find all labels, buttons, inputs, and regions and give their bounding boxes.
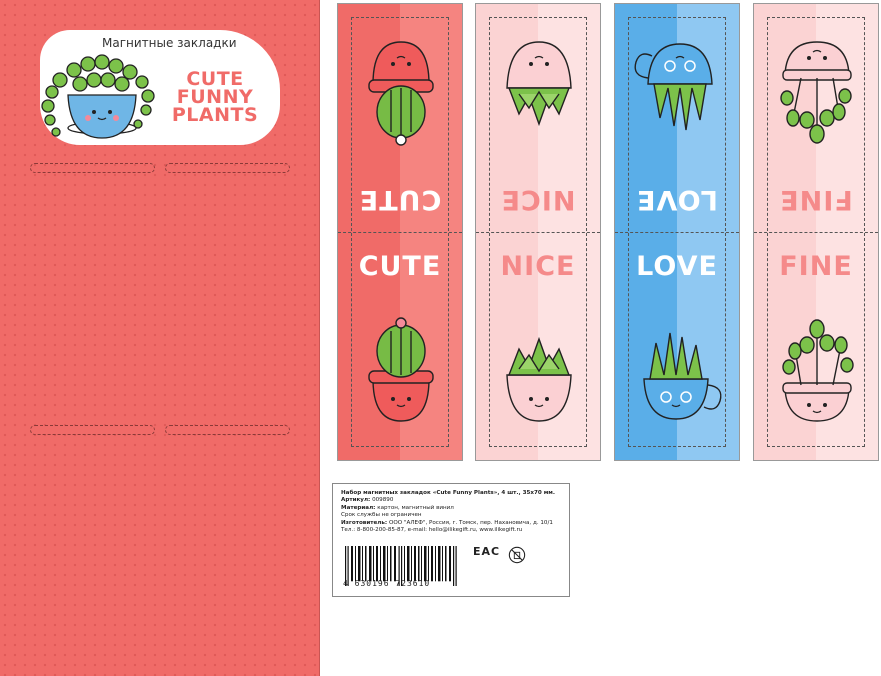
barcode-number: 4 630196 723610: [343, 579, 431, 588]
info-title: Набор магнитных закладок «Cute Funny Pla…: [341, 490, 556, 496]
info-lifetime: Срок службы не ограничен: [341, 512, 422, 519]
bookmark-word-bottom: FINE: [779, 251, 853, 282]
bookmark-nice: NICE NICE: [475, 3, 601, 461]
info-article: Артикул: 009890: [341, 497, 394, 504]
plant-in-cup-icon: [643, 332, 722, 420]
cactus-in-pot-icon: [368, 317, 434, 422]
info-contacts: Тел.: 8-800-200-85-87, e-mail: hello@ili…: [341, 527, 523, 534]
bookmark-cute: CUTE CUTE: [337, 3, 463, 461]
product-sheet: Магнитные закладки CUTE FUNNY PLANTS CUT…: [0, 0, 881, 676]
plant-in-cup-icon: [634, 43, 713, 131]
product-info-label: Набор магнитных закладок «Cute Funny Pla…: [332, 483, 570, 597]
succulent-in-pot-icon: [506, 336, 572, 422]
bookmark-word-top: NICE: [500, 184, 576, 215]
bookmark-word-top: FINE: [779, 184, 853, 215]
string-of-pearls-plant-icon: [41, 54, 155, 139]
bookmark-word-bottom: LOVE: [636, 251, 718, 282]
slot-bottom-right: [165, 425, 290, 435]
slot-top-left: [30, 163, 155, 173]
no-trash-icon: [508, 546, 526, 564]
eac-mark: EAC: [473, 545, 501, 558]
info-material: Материал: картон, магнитный винил: [341, 504, 454, 511]
leafy-plant-in-pot-icon: [782, 319, 854, 422]
bookmark-word-top: CUTE: [358, 184, 442, 215]
slot-top-right: [165, 163, 290, 173]
bookmark-word-top: LOVE: [636, 184, 718, 215]
slot-bottom-left: [30, 425, 155, 435]
succulent-in-pot-icon: [506, 41, 572, 127]
backing-card: Магнитные закладки CUTE FUNNY PLANTS: [0, 0, 320, 676]
bookmark-word-bottom: NICE: [500, 251, 576, 282]
bookmark-fine: FINE FINE: [753, 3, 879, 461]
brand-title: CUTE FUNNY PLANTS: [160, 70, 270, 126]
leafy-plant-in-pot-icon: [780, 41, 852, 144]
bookmark-word-bottom: CUTE: [358, 251, 442, 282]
brand-line-3: PLANTS: [171, 104, 259, 126]
bookmark-love: LOVE LOVE: [614, 3, 740, 461]
cactus-in-pot-icon: [368, 41, 434, 146]
info-manufacturer: Изготовитель: ООО "АЛЕФ", Россия, г. Том…: [341, 519, 553, 526]
